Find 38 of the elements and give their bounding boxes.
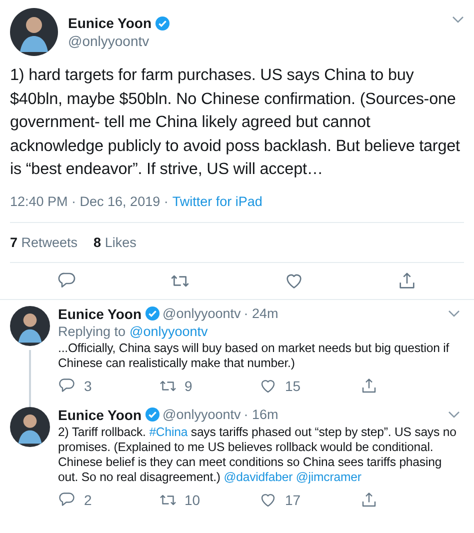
action-count: 10 (184, 492, 200, 508)
tweet-time[interactable]: · 24m (244, 306, 278, 321)
link[interactable]: @jimcramer (296, 470, 362, 484)
chevron-icon[interactable] (452, 16, 464, 24)
user-handle[interactable]: @onlyyoontv (162, 306, 241, 321)
reply-icon[interactable] (58, 376, 76, 394)
reply-text: ...Officially, China says will buy based on market needs but big question if Chinese can realistically make that number.) (58, 340, 450, 370)
link[interactable]: @davidfaber (224, 470, 293, 484)
chevron-icon[interactable] (448, 410, 460, 418)
chevron-icon[interactable] (448, 310, 460, 318)
action-count: 17 (285, 492, 301, 508)
share-icon[interactable] (397, 270, 418, 290)
stat-count[interactable]: 8 Likes (94, 234, 136, 250)
share-icon[interactable] (360, 376, 378, 394)
avatar[interactable] (10, 8, 58, 56)
user-handle[interactable]: @onlyyoontv (68, 33, 170, 49)
action-count: 2 (84, 492, 92, 508)
mention-link[interactable]: @onlyyoontv (130, 324, 208, 338)
tweet-text: 1) hard targets for farm purchases. US says China to buy $40bln, maybe $50bln. No Chinese confirmation. (Sources-one government- tell me China likely agreed but cannot acknowledge publicly to avoid poss backlash. But believe target is “best endeavor”. If strive, US will accept… (10, 65, 461, 180)
action-count: 15 (285, 378, 301, 394)
avatar[interactable] (10, 406, 50, 446)
timestamp: 12:40 PM · Dec 16, 2019 · (10, 194, 168, 208)
user-name[interactable]: Eunice Yoon (58, 406, 142, 422)
share-icon[interactable] (360, 490, 378, 508)
avatar[interactable] (10, 306, 50, 346)
stat-count[interactable]: 7 Retweets (10, 234, 78, 250)
action-count: 3 (84, 378, 92, 394)
link[interactable]: #China (149, 424, 188, 438)
user-name[interactable]: Eunice Yoon (58, 306, 142, 322)
source-link[interactable]: Twitter for iPad (172, 194, 262, 208)
user-name[interactable]: Eunice Yoon (68, 15, 152, 31)
reply-text: 2) Tariff rollback. #China says tariffs phased out “step by step”. US says no promises. (Explained to me US believes rollback would be conditional. Chinese belief is they can meet conditions so China sees tariffs phasing out. So no real disagreement.) @davidfaber @jimcramer (58, 424, 458, 484)
tweet-time[interactable]: · 16m (244, 407, 278, 422)
reply-icon[interactable] (56, 270, 77, 290)
user-handle[interactable]: @onlyyoontv (162, 407, 241, 422)
action-count: 9 (184, 378, 192, 394)
replying-label: Replying to (58, 324, 126, 338)
reply-icon[interactable] (58, 490, 76, 508)
